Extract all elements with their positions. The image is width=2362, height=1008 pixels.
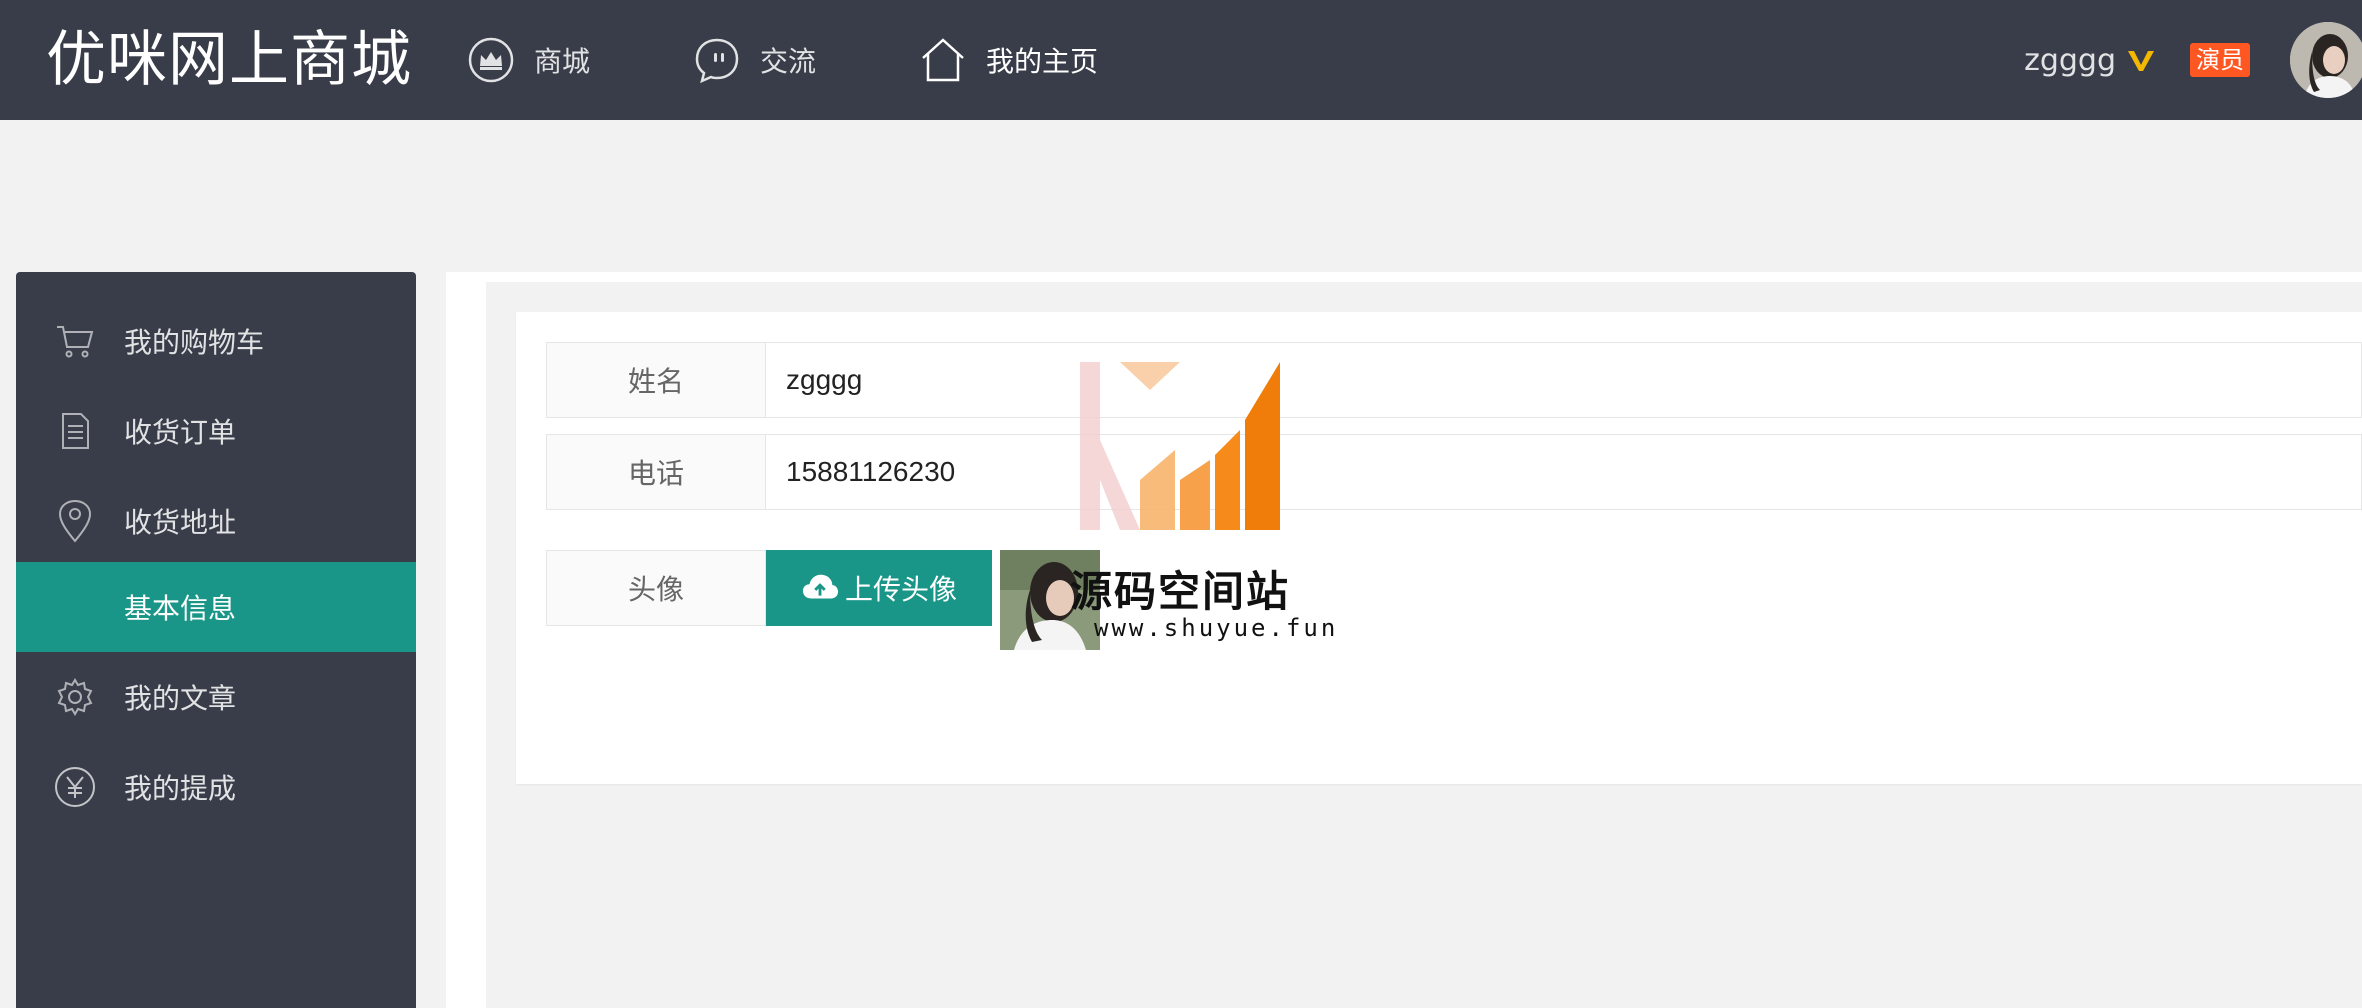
nav-shop-label: 商城 <box>534 45 591 78</box>
sidebar-item-label: 收货订单 <box>124 416 237 449</box>
sidebar-item-address[interactable]: 收货地址 <box>16 476 416 566</box>
sidebar-item-articles[interactable]: 我的文章 <box>16 652 416 742</box>
cart-icon <box>54 320 96 362</box>
watermark-url: www.shuyue.fun <box>1094 614 1339 642</box>
phone-row: 电话 <box>546 434 2362 510</box>
vip-v-icon <box>2126 45 2156 75</box>
avatar-row: 头像 上传头像 <box>546 550 2362 626</box>
username[interactable]: zgggg <box>2024 43 2116 78</box>
home-icon <box>918 35 968 85</box>
location-pin-icon <box>54 499 96 543</box>
gear-icon <box>54 676 96 718</box>
site-logo[interactable]: 优咪网上商城 <box>46 22 412 98</box>
sidebar-item-label: 我的提成 <box>124 772 237 805</box>
sidebar-item-commission[interactable]: 我的提成 <box>16 742 416 832</box>
sidebar-item-label: 基本信息 <box>124 592 237 625</box>
upload-avatar-button[interactable]: 上传头像 <box>766 550 992 626</box>
watermark-text: 源码空间站 <box>1070 567 1291 616</box>
sidebar-item-label: 我的购物车 <box>124 326 265 359</box>
document-icon <box>54 410 96 452</box>
sidebar-item-cart[interactable]: 我的购物车 <box>16 296 416 386</box>
upload-avatar-label: 上传头像 <box>844 573 957 606</box>
chat-bubble-icon <box>692 35 742 85</box>
name-label: 姓名 <box>546 342 766 418</box>
sidebar-item-label: 收货地址 <box>124 506 237 539</box>
role-badge: 演员 <box>2190 43 2250 77</box>
nav-shop[interactable]: 商城 <box>466 30 590 90</box>
user-avatar[interactable] <box>2290 22 2362 98</box>
top-header: 优咪网上商城 商城 交流 我的主页 zgggg 演员 <box>0 0 2362 120</box>
name-field[interactable] <box>766 342 2362 418</box>
crown-icon <box>466 35 516 85</box>
cloud-upload-icon <box>802 574 839 599</box>
name-row: 姓名 <box>546 342 2362 418</box>
sidebar-item-basic-info[interactable]: 基本信息 <box>16 562 416 652</box>
sidebar-item-label: 我的文章 <box>124 682 237 715</box>
yen-icon <box>54 766 96 808</box>
nav-home-label: 我的主页 <box>986 45 1099 78</box>
user-area: zgggg 演员 <box>2024 0 2362 120</box>
phone-label: 电话 <box>546 434 766 510</box>
avatar-label: 头像 <box>546 550 766 626</box>
nav-home[interactable]: 我的主页 <box>918 30 1098 90</box>
sidebar-item-orders[interactable]: 收货订单 <box>16 386 416 476</box>
sidebar: 我的购物车 收货订单 收货地址 基本信息 我的文章 我的提成 <box>16 272 416 1008</box>
phone-field[interactable] <box>766 434 2362 510</box>
nav-chat-label: 交流 <box>760 45 817 78</box>
nav-chat[interactable]: 交流 <box>692 30 816 90</box>
